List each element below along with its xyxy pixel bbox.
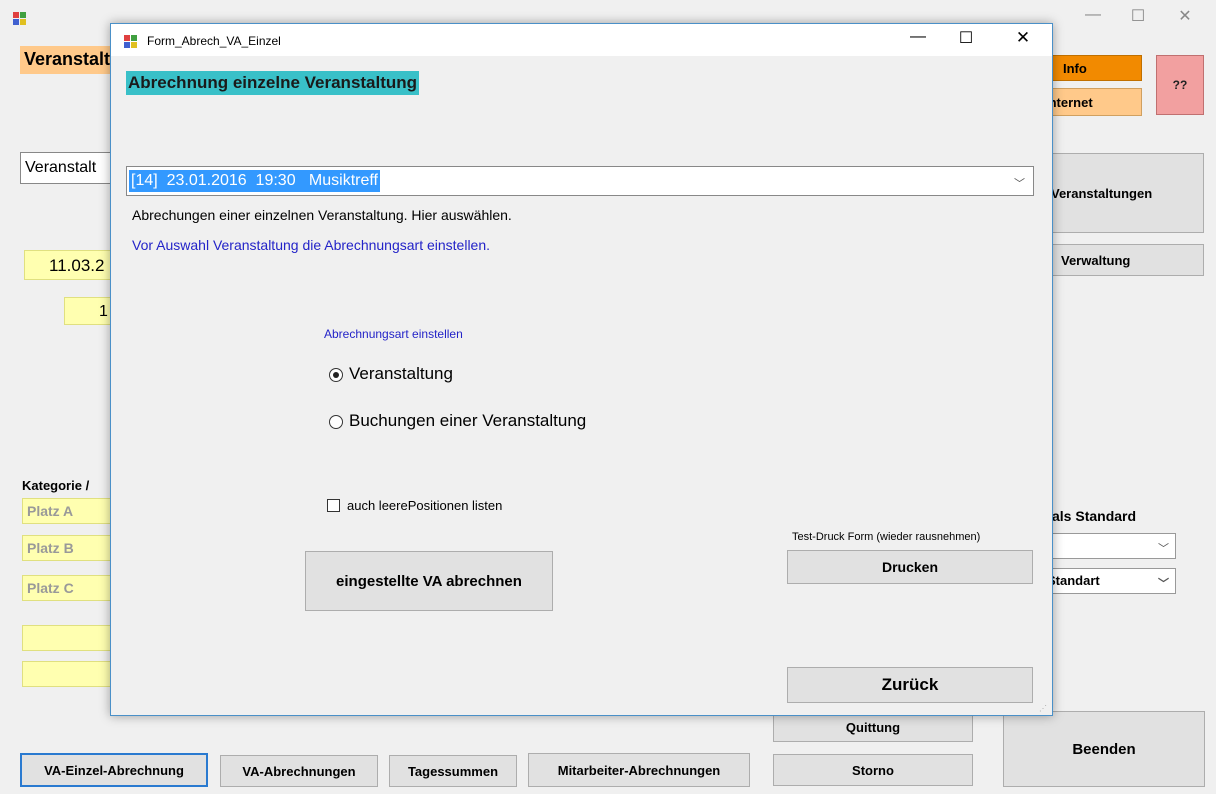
- leere-positionen-checkbox[interactable]: auch leerePositionen listen: [327, 498, 567, 516]
- chevron-down-icon: ﹀: [1158, 543, 1169, 555]
- radio-buchungen-label: Buchungen einer Veranstaltung: [349, 411, 587, 430]
- event-select-combo[interactable]: [14] 23.01.2016 19:30 Musiktreff ﹀: [126, 166, 1034, 196]
- radio-buchungen[interactable]: Buchungen einer Veranstaltung: [329, 411, 669, 433]
- help-button[interactable]: ??: [1156, 55, 1204, 115]
- verwaltung-button[interactable]: Verwaltung: [1040, 244, 1204, 276]
- dialog-app-icon: [123, 33, 139, 49]
- dialog-window-title: Form_Abrech_VA_Einzel: [147, 34, 281, 48]
- checkbox-box-icon: [327, 499, 340, 512]
- abrechnung-dialog: Form_Abrech_VA_Einzel — ☐ ✕ Abrechnung e…: [110, 23, 1053, 716]
- tab-tagessummen[interactable]: Tagessummen: [389, 755, 517, 787]
- dialog-maximize-button[interactable]: ☐: [951, 28, 981, 52]
- test-druck-label: Test-Druck Form (wieder rausnehmen): [792, 531, 981, 543]
- internet-button[interactable]: Internet: [1040, 88, 1142, 116]
- radio-veranstaltung-label: Veranstaltung: [349, 364, 453, 383]
- veranstaltungen-button[interactable]: Veranstaltungen: [1040, 153, 1204, 233]
- kategorie-label: Kategorie /: [22, 478, 90, 493]
- dialog-close-button[interactable]: ✕: [1008, 28, 1038, 52]
- dialog-minimize-button[interactable]: —: [903, 28, 933, 52]
- radio-selected-icon: [329, 368, 343, 382]
- dialog-title-bar: Form_Abrech_VA_Einzel — ☐ ✕: [111, 24, 1052, 56]
- radio-unselected-icon: [329, 415, 343, 429]
- resize-grip-icon[interactable]: ⋰: [1039, 704, 1049, 714]
- abrechnungsart-group-label: Abrechnungsart einstellen: [324, 327, 463, 341]
- main-close-button[interactable]: ✕: [1170, 6, 1200, 30]
- dialog-heading: Abrechnung einzelne Veranstaltung: [126, 71, 420, 95]
- drucken-button[interactable]: Drucken: [787, 550, 1033, 584]
- tab-va-einzel-abrechnung[interactable]: VA-Einzel-Abrechnung: [20, 753, 208, 787]
- abrechnen-button[interactable]: eingestellte VA abrechnen: [305, 551, 553, 611]
- tab-va-abrechnungen[interactable]: VA-Abrechnungen: [220, 755, 378, 787]
- zurueck-button[interactable]: Zurück: [787, 667, 1033, 703]
- abrechnungsart-info-text: Vor Auswahl Veranstaltung die Abrechnung…: [132, 237, 491, 253]
- standard-combo-value: Standart: [1047, 573, 1100, 588]
- main-minimize-button[interactable]: —: [1078, 6, 1108, 30]
- info-button[interactable]: Info: [1040, 55, 1142, 81]
- app-icon: [12, 10, 28, 26]
- tab-mitarbeiter-abrechnungen[interactable]: Mitarbeiter-Abrechnungen: [528, 753, 750, 787]
- main-maximize-button[interactable]: ☐: [1123, 6, 1153, 30]
- beenden-button[interactable]: Beenden: [1003, 711, 1205, 787]
- standard-combo-2[interactable]: Standart ﹀: [1040, 568, 1176, 594]
- leere-positionen-label: auch leerePositionen listen: [347, 498, 503, 513]
- standard-combo-1[interactable]: ﹀: [1040, 533, 1176, 559]
- event-select-value: [14] 23.01.2016 19:30 Musiktreff: [129, 170, 380, 192]
- radio-veranstaltung[interactable]: Veranstaltung: [329, 364, 629, 386]
- select-hint-text: Abrechungen einer einzelnen Veranstaltun…: [132, 207, 512, 223]
- als-standard-label: als Standard: [1052, 508, 1137, 524]
- chevron-down-icon: ﹀: [1158, 578, 1169, 590]
- chevron-down-icon[interactable]: ﹀: [1014, 175, 1025, 191]
- quittung-button[interactable]: Quittung: [773, 712, 973, 742]
- storno-button[interactable]: Storno: [773, 754, 973, 786]
